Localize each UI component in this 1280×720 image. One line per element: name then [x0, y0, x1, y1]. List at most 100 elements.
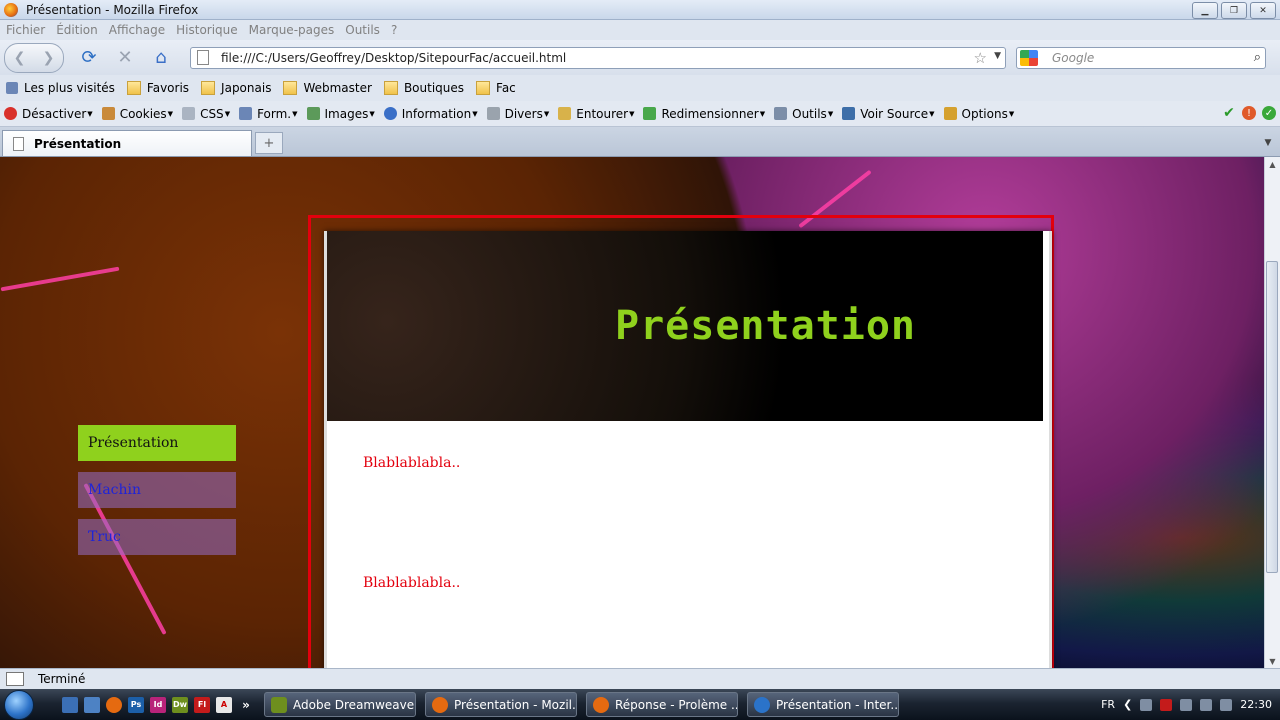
minimize-button[interactable]: ▁ — [1192, 2, 1218, 19]
photoshop-icon[interactable]: Ps — [128, 696, 144, 713]
nav-item-truc[interactable]: Truc — [78, 519, 236, 555]
vertical-scrollbar[interactable]: ▲ ▼ — [1264, 157, 1280, 668]
wd-information[interactable]: Information ▼ — [383, 107, 478, 121]
bookmark-star-icon[interactable]: ☆ — [974, 49, 987, 67]
outline-icon — [558, 107, 572, 120]
flash-icon[interactable]: Fl — [194, 696, 210, 713]
taskbar-dreamweaver[interactable]: Adobe Dreamweave... — [264, 692, 416, 717]
disable-icon — [4, 107, 17, 120]
status-icon — [6, 672, 24, 686]
internet-explorer-icon — [754, 696, 770, 713]
scroll-thumb[interactable] — [1266, 261, 1278, 573]
scroll-down-icon[interactable]: ▼ — [1265, 654, 1280, 668]
search-icon[interactable]: ⌕ — [1254, 50, 1261, 65]
switch-windows-icon[interactable] — [84, 696, 100, 713]
wd-css[interactable]: CSS ▼ — [182, 107, 230, 121]
html-valid-icon[interactable]: ✓ — [1262, 106, 1276, 120]
web-developer-toolbar: Désactiver ▼ Cookies ▼ CSS ▼ Form. ▼ Images ▼… — [0, 101, 1280, 127]
wd-images[interactable]: Images ▼ — [306, 107, 375, 121]
window-controls: ▁ ❐ ✕ — [1192, 2, 1276, 19]
status-bar: Terminé — [0, 668, 1280, 689]
show-desktop-icon[interactable] — [62, 696, 78, 713]
misc-icon — [486, 107, 500, 120]
firefox-launch-icon[interactable] — [106, 696, 122, 713]
search-box[interactable]: Google ⌕ — [1016, 46, 1266, 69]
bookmark-fac[interactable]: Fac — [476, 81, 516, 95]
taskbar-ie-presentation[interactable]: Présentation - Inter... — [747, 692, 899, 717]
google-icon[interactable] — [1020, 49, 1038, 66]
bookmark-japonais[interactable]: Japonais — [201, 81, 271, 95]
bookmark-favoris[interactable]: Favoris — [126, 81, 189, 95]
error-icon[interactable]: ! — [1242, 106, 1256, 120]
taskbar-firefox-reponse[interactable]: Réponse - Prolème ... — [586, 692, 738, 717]
menu-outils[interactable]: Outils — [345, 23, 380, 37]
network-icon[interactable] — [1140, 698, 1153, 711]
acrobat-icon[interactable]: A — [216, 696, 232, 713]
options-icon — [943, 107, 957, 120]
folder-icon — [476, 81, 491, 95]
device-icon[interactable] — [1200, 698, 1213, 711]
back-icon[interactable]: ❮ — [14, 50, 26, 66]
bookmark-most-visited[interactable]: Les plus visités — [6, 81, 115, 95]
paragraph: Blablablabla.. — [363, 455, 461, 471]
tab-list-icon[interactable]: ▼ — [1260, 135, 1276, 151]
form-icon — [239, 107, 253, 120]
windows-logo-icon — [4, 689, 34, 720]
bookmark-boutiques[interactable]: Boutiques — [383, 81, 464, 95]
bookmark-webmaster[interactable]: Webmaster — [283, 81, 372, 95]
bookmarks-toolbar: Les plus visités Favoris Japonais Webmas… — [0, 75, 1280, 101]
language-indicator[interactable]: FR — [1101, 698, 1115, 711]
view-source-icon — [842, 107, 856, 120]
menu-edition[interactable]: Édition — [56, 23, 98, 37]
wd-voir-source[interactable]: Voir Source ▼ — [842, 107, 935, 121]
url-dropdown-icon[interactable]: ▼ — [994, 51, 1001, 61]
tray-expand-icon[interactable]: ❮ — [1123, 698, 1132, 711]
css-valid-icon[interactable]: ✔ — [1222, 105, 1236, 121]
clock[interactable]: 22:30 — [1240, 698, 1272, 711]
wd-form[interactable]: Form. ▼ — [239, 107, 298, 121]
reload-icon[interactable]: ⟳ — [78, 47, 100, 69]
security-icon[interactable] — [1180, 698, 1193, 711]
home-icon[interactable]: ⌂ — [150, 47, 172, 69]
indesign-icon[interactable]: Id — [150, 696, 166, 713]
dreamweaver-icon — [271, 696, 287, 713]
page-title: Présentation — [615, 303, 916, 349]
wd-redimensionner[interactable]: Redimensionner ▼ — [643, 107, 765, 121]
taskbar-firefox-presentation[interactable]: Présentation - Mozil... — [425, 692, 577, 717]
menu-historique[interactable]: Historique — [176, 23, 238, 37]
wd-cookies[interactable]: Cookies ▼ — [101, 107, 173, 121]
image-icon — [306, 107, 320, 120]
site-navigation: Présentation Machin Truc — [78, 425, 236, 566]
firefox-icon — [432, 696, 448, 713]
wd-outils[interactable]: Outils ▼ — [774, 107, 833, 121]
nav-item-machin[interactable]: Machin — [78, 472, 236, 508]
dreamweaver-icon[interactable]: Dw — [172, 696, 188, 713]
more-chevron-icon[interactable]: » — [238, 697, 254, 713]
maximize-button[interactable]: ❐ — [1221, 2, 1247, 19]
wd-entourer[interactable]: Entourer ▼ — [558, 107, 634, 121]
menu-affichage[interactable]: Affichage — [109, 23, 165, 37]
stop-icon[interactable]: ✕ — [114, 47, 136, 69]
tab-presentation[interactable]: Présentation — [2, 130, 252, 156]
close-button[interactable]: ✕ — [1250, 2, 1276, 19]
wd-divers[interactable]: Divers ▼ — [486, 107, 549, 121]
menu-marque-pages[interactable]: Marque-pages — [249, 23, 335, 37]
wd-desactiver[interactable]: Désactiver ▼ — [4, 107, 93, 121]
decorative-streak — [0, 266, 120, 292]
new-tab-button[interactable]: + — [255, 132, 283, 154]
flash-tray-icon[interactable] — [1160, 698, 1173, 711]
folder-icon — [283, 81, 298, 95]
start-button[interactable] — [0, 689, 38, 720]
menu-fichier[interactable]: Fichier — [6, 23, 45, 37]
nav-item-presentation[interactable]: Présentation — [78, 425, 236, 461]
page-icon — [197, 50, 209, 65]
paragraph: Blablablabla.. — [363, 575, 461, 591]
url-bar[interactable]: file:///C:/Users/Geoffrey/Desktop/Sitepo… — [190, 46, 1006, 69]
volume-icon[interactable] — [1220, 698, 1233, 711]
forward-icon[interactable]: ❯ — [43, 50, 55, 66]
status-text: Terminé — [38, 672, 86, 686]
scroll-up-icon[interactable]: ▲ — [1265, 157, 1280, 171]
menu-help[interactable]: ? — [391, 23, 397, 37]
wd-options[interactable]: Options ▼ — [943, 107, 1014, 121]
back-forward-group: ❮ ❯ — [4, 42, 64, 73]
